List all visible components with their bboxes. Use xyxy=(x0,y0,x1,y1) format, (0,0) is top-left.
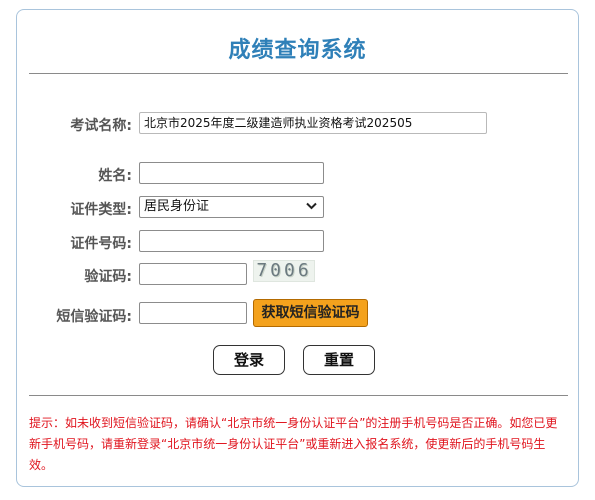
id-type-select[interactable]: 居民身份证 xyxy=(139,196,324,218)
id-type-label: 证件类型: xyxy=(70,202,132,218)
get-sms-code-button[interactable]: 获取短信验证码 xyxy=(253,299,368,327)
footer-divider xyxy=(29,395,568,396)
title-divider xyxy=(29,73,568,74)
exam-name-field: 北京市2025年度二级建造师执业资格考试202505 xyxy=(139,112,487,134)
id-number-label: 证件号码: xyxy=(70,236,132,252)
id-type-selected-value: 居民身份证 xyxy=(144,199,210,214)
query-panel: 成绩查询系统 考试名称: 北京市2025年度二级建造师执业资格考试202505 … xyxy=(16,9,579,487)
sms-tip-text: 提示：如未收到短信验证码，请确认“北京市统一身份认证平台”的注册手机号码是否正确… xyxy=(29,416,558,472)
chevron-down-icon xyxy=(306,197,317,217)
captcha-label: 验证码: xyxy=(84,269,132,285)
sms-code-input[interactable] xyxy=(139,302,247,324)
login-button[interactable]: 登录 xyxy=(213,345,285,375)
name-label: 姓名: xyxy=(98,168,132,184)
captcha-input[interactable] xyxy=(139,263,247,285)
sms-code-label: 短信验证码: xyxy=(56,309,132,325)
id-number-input[interactable] xyxy=(139,230,324,252)
page-title: 成绩查询系统 xyxy=(228,38,367,63)
reset-button[interactable]: 重置 xyxy=(303,345,375,375)
exam-name-label: 考试名称: xyxy=(70,118,132,134)
name-input[interactable] xyxy=(139,162,324,184)
captcha-image[interactable]: 7006 xyxy=(253,260,315,282)
